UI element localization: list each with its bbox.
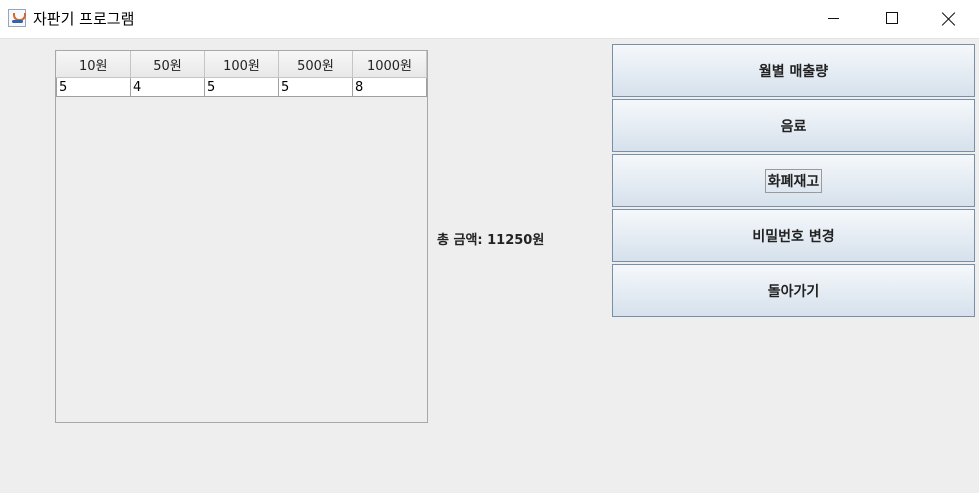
drinks-button[interactable]: 음료 (612, 99, 975, 152)
maximize-icon (886, 12, 898, 24)
table-row: 5 4 5 5 8 (56, 77, 427, 97)
column-header[interactable]: 500원 (278, 51, 353, 78)
monthly-sales-button[interactable]: 월별 매출량 (612, 44, 975, 97)
currency-table: 10원 50원 100원 500원 1000원 5 4 5 5 8 (56, 51, 427, 97)
maximize-button[interactable] (868, 0, 914, 38)
table-cell[interactable]: 5 (204, 77, 279, 97)
table-header-row: 10원 50원 100원 500원 1000원 (56, 51, 427, 78)
total-amount-label: 총 금액: 11250원 (437, 233, 545, 248)
window-title: 자판기 프로그램 (33, 10, 135, 28)
table-cell[interactable]: 5 (56, 77, 131, 97)
monthly-sales-label: 월별 매출량 (758, 63, 829, 80)
title-bar: 자판기 프로그램 (0, 0, 979, 39)
go-back-button[interactable]: 돌아가기 (612, 264, 975, 317)
go-back-label: 돌아가기 (767, 283, 820, 300)
column-header[interactable]: 50원 (130, 51, 205, 78)
column-header[interactable]: 1000원 (352, 51, 427, 78)
change-password-label: 비밀번호 변경 (752, 228, 835, 245)
table-cell[interactable]: 5 (278, 77, 353, 97)
java-app-icon (8, 9, 26, 27)
column-header[interactable]: 100원 (204, 51, 279, 78)
currency-table-scroll-pane: 10원 50원 100원 500원 1000원 5 4 5 5 8 (55, 50, 428, 423)
close-icon (942, 12, 956, 26)
minimize-button[interactable] (810, 0, 856, 38)
minimize-icon (828, 18, 839, 19)
table-cell[interactable]: 4 (130, 77, 205, 97)
drinks-label: 음료 (780, 118, 807, 135)
currency-stock-label: 화폐재고 (764, 168, 823, 193)
column-header[interactable]: 10원 (56, 51, 131, 78)
table-cell[interactable]: 8 (352, 77, 427, 97)
change-password-button[interactable]: 비밀번호 변경 (612, 209, 975, 262)
currency-stock-button[interactable]: 화폐재고 (612, 154, 975, 207)
close-button[interactable] (926, 0, 972, 38)
